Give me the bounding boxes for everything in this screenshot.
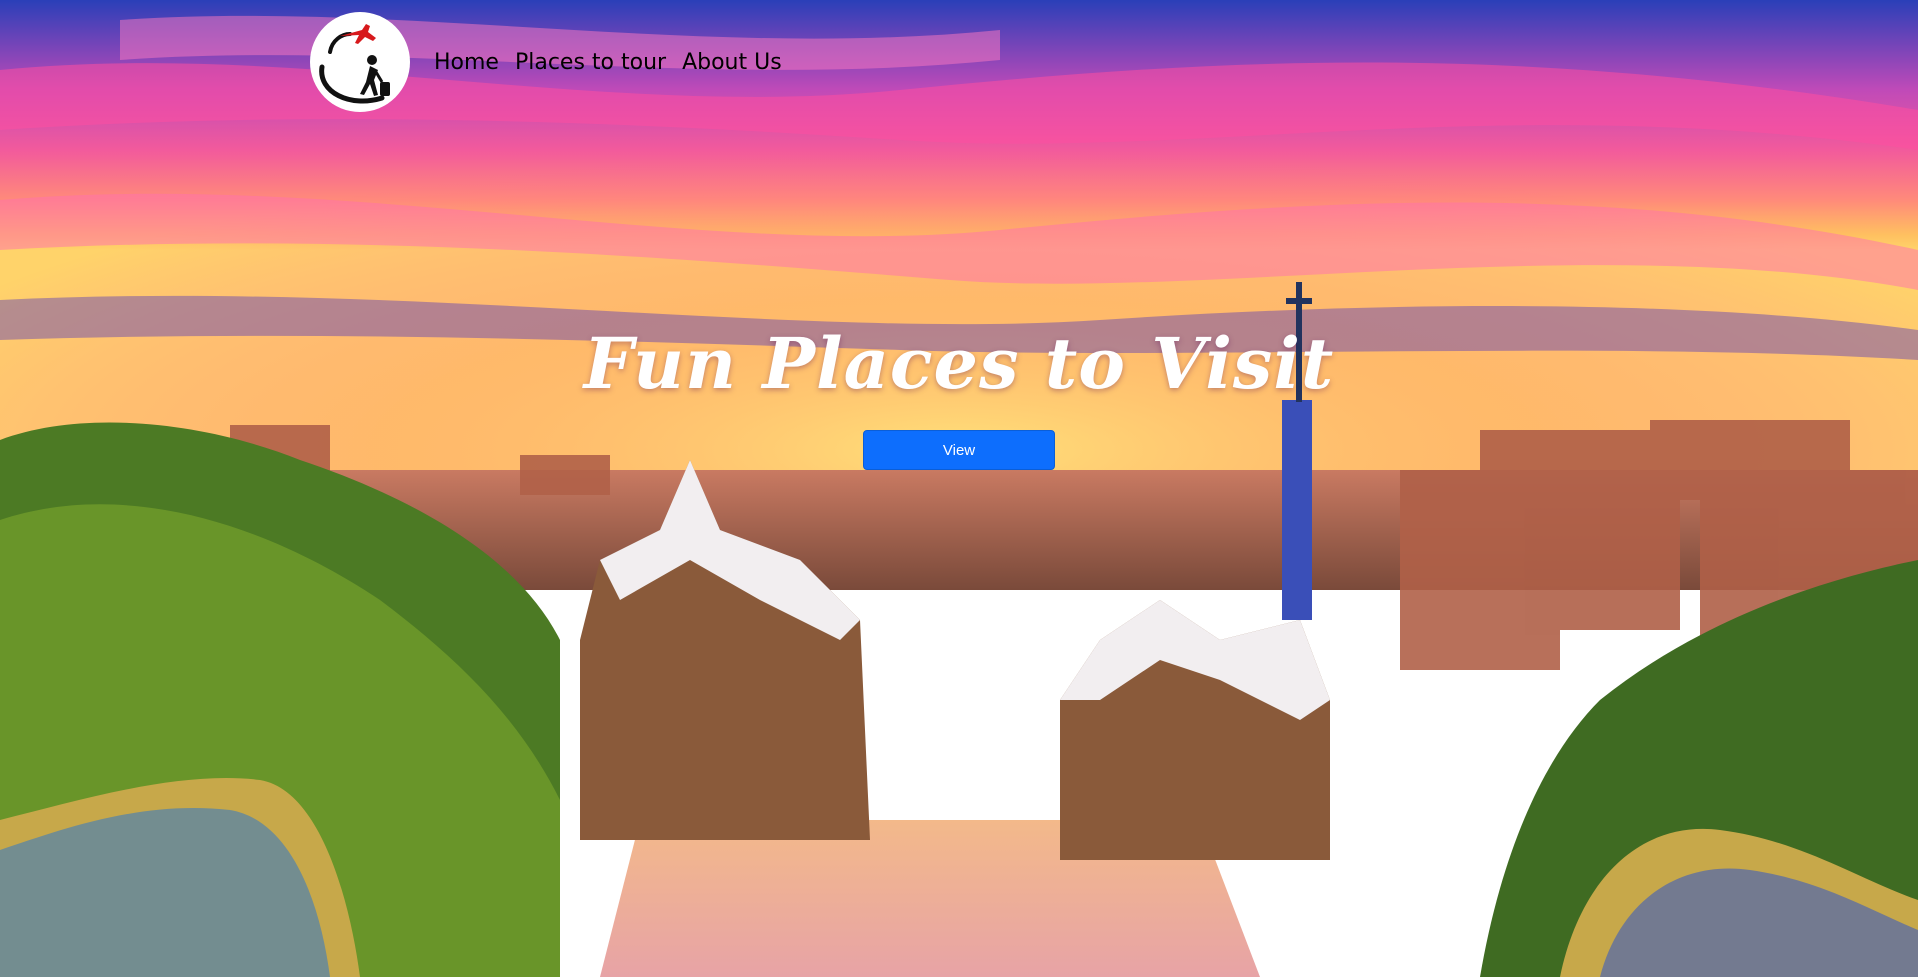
nav-link-home[interactable]: Home [434,50,499,75]
airplane-traveler-logo-icon [319,24,390,104]
hero-section: Home Places to tour About Us Fun Places … [0,0,1918,977]
hero-background-image [0,0,1918,977]
nav-link-about-us[interactable]: About Us [682,50,782,75]
nav-link-places-to-tour[interactable]: Places to tour [515,50,666,75]
view-button[interactable]: View [863,430,1055,470]
hero-title: Fun Places to Visit [583,322,1335,405]
logo[interactable] [310,12,410,112]
nav-links: Home Places to tour About Us [434,50,782,75]
top-navbar: Home Places to tour About Us [310,12,782,112]
